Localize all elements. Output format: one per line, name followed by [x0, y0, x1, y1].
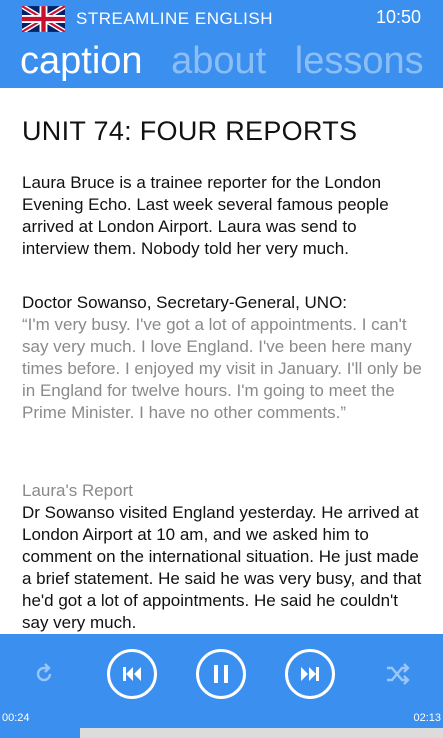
- app-header: STREAMLINE ENGLISH 10:50 caption about l…: [0, 0, 443, 88]
- tab-about[interactable]: about: [171, 40, 266, 82]
- speaker-label: Doctor Sowanso, Secretary-General, UNO:: [22, 293, 348, 312]
- quote-paragraph: “I'm very busy. I've got a lot of appoin…: [22, 315, 422, 422]
- progress-track[interactable]: [0, 728, 443, 738]
- next-button[interactable]: [285, 649, 335, 699]
- status-clock: 10:50: [375, 7, 421, 27]
- repeat-icon[interactable]: [32, 662, 56, 686]
- next-icon: [301, 667, 319, 681]
- elapsed-time: 00:24: [2, 712, 30, 724]
- pivot-tabs: caption about lessons: [20, 39, 442, 83]
- total-duration: 02:13: [413, 712, 441, 724]
- report-heading: Laura's Report: [22, 481, 133, 500]
- unit-title: UNIT 74: FOUR REPORTS: [22, 116, 358, 146]
- app-title: STREAMLINE ENGLISH: [76, 9, 273, 28]
- tab-caption[interactable]: caption: [20, 40, 143, 82]
- previous-icon: [123, 667, 141, 681]
- caption-content[interactable]: UNIT 74: FOUR REPORTS Laura Bruce is a t…: [0, 88, 443, 634]
- uk-flag-icon: [22, 6, 65, 32]
- tab-lessons[interactable]: lessons: [295, 40, 424, 82]
- intro-paragraph: Laura Bruce is a trainee reporter for th…: [22, 173, 389, 258]
- pause-button[interactable]: [196, 649, 246, 699]
- report-paragraph: Dr Sowanso visited England yesterday. He…: [22, 503, 422, 632]
- media-player: 00:24 02:13: [0, 634, 443, 738]
- previous-button[interactable]: [107, 649, 157, 699]
- pause-icon: [214, 665, 228, 683]
- progress-fill: [0, 728, 80, 738]
- shuffle-icon[interactable]: [385, 661, 411, 687]
